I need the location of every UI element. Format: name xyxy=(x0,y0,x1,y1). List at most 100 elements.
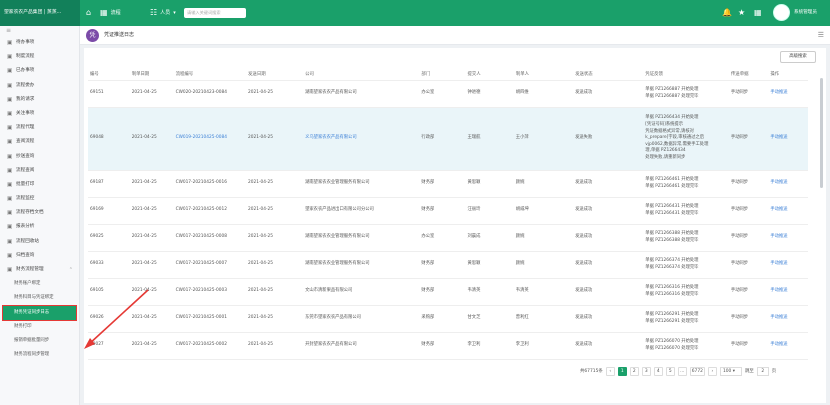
sidebar-item[interactable]: ▣ 待办事项 xyxy=(0,36,79,50)
page-button[interactable]: 3 xyxy=(641,366,651,376)
sidebar-item-label: 抄送查询 xyxy=(16,153,35,159)
menu-icon[interactable]: ☰ xyxy=(818,26,824,45)
page-button[interactable]: 5 xyxy=(665,366,675,376)
scrollbar[interactable] xyxy=(820,78,823,188)
column-header[interactable]: 发送状态 xyxy=(573,68,644,81)
cell-op[interactable]: 手动推送 xyxy=(768,278,808,306)
cell-flow: CW020-20210423-0084 xyxy=(173,80,247,108)
sidebar-item[interactable]: ▣ 已办事项 xyxy=(0,64,79,78)
grid-apps-icon[interactable]: ▦ xyxy=(754,0,762,26)
cell-doc: 手动同步 xyxy=(728,305,769,333)
table-row[interactable]: 69027 2021-04-25 CW017-20210425-0002 2021-0… xyxy=(88,332,808,360)
sidebar-subitem[interactable]: 财务打印 xyxy=(0,320,79,334)
column-header[interactable]: 制单日期 xyxy=(129,68,174,81)
prev-page-button[interactable]: ‹ xyxy=(605,366,615,376)
people-menu[interactable]: ☷ 人员 ▾ xyxy=(150,0,176,26)
cell-company: 湖南望家农农业管理服务有限公司 xyxy=(303,170,420,198)
log-panel: 高级搜索 编号 制单日期 流程编号 发送日期 公司 部门 提交人 制单人 发送状态 凭证反馈 传送单… xyxy=(84,48,826,403)
table-row[interactable]: 69026 2021-04-25 CW017-20210425-0001 2021-0… xyxy=(88,305,808,333)
page-button[interactable]: ... xyxy=(677,366,687,376)
table-row[interactable]: 69151 2021-04-25 CW020-20210423-0084 2021-0… xyxy=(88,80,808,108)
sidebar-item[interactable]: ▣ 归档查询 xyxy=(0,249,79,263)
cell-company: 湖南望家农农产品有限公司 xyxy=(303,80,420,108)
bell-icon[interactable]: 🔔 xyxy=(722,0,732,26)
table-row[interactable]: 69033 2021-04-25 CW017-20210425-0007 2021-0… xyxy=(88,251,808,279)
avatar[interactable] xyxy=(773,4,790,21)
column-header[interactable]: 制单人 xyxy=(513,68,574,81)
menu-item-icon: ▣ xyxy=(7,125,13,132)
cell-company[interactable]: 义乌望家农农产品有限公司 xyxy=(303,107,420,171)
cell-op[interactable]: 手动推送 xyxy=(768,224,808,252)
jump-input[interactable]: 2 xyxy=(756,366,769,376)
column-header[interactable]: 公司 xyxy=(303,68,420,81)
cell-maker: 颜婉 xyxy=(513,224,574,252)
cell-doc: 手动同步 xyxy=(728,80,769,108)
cell-op[interactable]: 手动推送 xyxy=(768,305,808,333)
cell-flow: CW017-20210425-0012 xyxy=(173,197,247,225)
sidebar-item[interactable]: ▣ 流程存档文档 xyxy=(0,206,79,220)
menu-item-icon: ▣ xyxy=(7,210,13,217)
sidebar-item[interactable]: ▣ 财务流程管理 ⌃ xyxy=(0,263,79,277)
cell-dept: 财务部 xyxy=(419,278,466,306)
column-header[interactable]: 传送单据 xyxy=(728,68,769,81)
username[interactable]: 系统管理员 xyxy=(794,0,817,26)
sidebar-item[interactable]: ▣ 我的请求 xyxy=(0,93,79,107)
page-button[interactable]: 6772 xyxy=(689,366,705,376)
cell-flow[interactable]: CW019-20210425-0084 xyxy=(173,107,247,171)
sidebar-item[interactable]: ▣ 关注事项 xyxy=(0,107,79,121)
cell-op[interactable]: 手动推送 xyxy=(768,332,808,360)
search-input[interactable]: 请输入关键词搜索 xyxy=(184,8,246,18)
sidebar-item-label: 财务流程管理 xyxy=(16,267,44,272)
sidebar-item[interactable]: ▣ 批量打印 xyxy=(0,178,79,192)
sidebar-item[interactable]: ▣ 流程委办 xyxy=(0,79,79,93)
cell-op[interactable]: 手动推送 xyxy=(768,107,808,171)
page-size-select[interactable]: 100 ▾ xyxy=(719,366,742,376)
cell-op[interactable]: 手动推送 xyxy=(768,251,808,279)
brand-title[interactable]: 望家农农产品集团 | 蒸蒸... xyxy=(0,0,80,26)
sidebar-item[interactable]: ▣ 流程回收站 xyxy=(0,235,79,249)
sidebar-item[interactable]: ▣ 流程监控 xyxy=(0,192,79,206)
column-header[interactable]: 编号 xyxy=(88,68,130,81)
table-row[interactable]: 69025 2021-04-25 CW017-20210425-0008 2021-0… xyxy=(88,224,808,252)
cell-date: 2021-04-25 xyxy=(129,332,174,360)
cell-company: 东莞市望家农农产品有限公司 xyxy=(303,305,420,333)
table-row[interactable]: 69187 2021-04-25 CW017-20210425-0016 2021-0… xyxy=(88,170,808,198)
page-title: 凭证推送日志 xyxy=(104,32,135,38)
sidebar-subitem[interactable]: 财务流程同步管理 xyxy=(0,348,79,362)
cell-feedback: 单据 PZ1266316 开始处理 单据 PZ1266316 处理完毕 xyxy=(643,278,729,306)
cell-id: 69151 xyxy=(88,80,130,108)
home-button[interactable]: ⌂ xyxy=(86,0,91,26)
cell-flow: CW017-20210425-0002 xyxy=(173,332,247,360)
sidebar-item[interactable]: ▣ 报表分析 xyxy=(0,220,79,234)
next-page-button[interactable]: › xyxy=(707,366,717,376)
sidebar-subitem[interactable]: 报销单据批量同步 xyxy=(0,334,79,348)
column-header[interactable]: 流程编号 xyxy=(173,68,247,81)
flow-menu[interactable]: ▦ 流程 xyxy=(100,0,121,26)
cell-op[interactable]: 手动推送 xyxy=(768,80,808,108)
sidebar-item[interactable]: ▣ 制度流程 xyxy=(0,50,79,64)
column-header[interactable]: 部门 xyxy=(419,68,466,81)
cell-op[interactable]: 手动推送 xyxy=(768,197,808,225)
column-header[interactable]: 操作 xyxy=(768,68,808,81)
sidebar-item[interactable]: ▣ 抄送查询 xyxy=(0,150,79,164)
column-header[interactable]: 凭证反馈 xyxy=(643,68,729,81)
page-button[interactable]: 1 xyxy=(617,366,627,376)
advanced-search-button[interactable]: 高级搜索 xyxy=(780,51,816,63)
sidebar-subitem-active[interactable]: 财务凭证同步日志 xyxy=(2,304,77,321)
table-row[interactable]: 69048 2021-04-25 CW019-20210425-0084 2021-0… xyxy=(88,107,808,171)
sidebar-item[interactable]: ▣ 流程代理 xyxy=(0,121,79,135)
column-header[interactable]: 发送日期 xyxy=(246,68,304,81)
table-row[interactable]: 69169 2021-04-25 CW017-20210425-0012 2021-0… xyxy=(88,197,808,225)
table-row[interactable]: 69105 2021-04-25 CW017-20210425-0003 2021-0… xyxy=(88,278,808,306)
page-button[interactable]: 4 xyxy=(653,366,663,376)
sidebar-item[interactable]: ▣ 查阅流程 xyxy=(0,135,79,149)
page-button[interactable]: 2 xyxy=(629,366,639,376)
cell-op[interactable]: 手动推送 xyxy=(768,170,808,198)
cell-doc: 手动同步 xyxy=(728,170,769,198)
sidebar-collapse-icon[interactable]: ≡ xyxy=(0,26,79,36)
sidebar-subitem[interactable]: 财务账户绑定 xyxy=(0,277,79,291)
star-icon[interactable]: ★ xyxy=(738,0,745,26)
sidebar-item[interactable]: ▣ 流程查阅 xyxy=(0,164,79,178)
column-header[interactable]: 提交人 xyxy=(465,68,514,81)
sidebar-subitem[interactable]: 财务科目与凭证绑定 xyxy=(0,291,79,305)
